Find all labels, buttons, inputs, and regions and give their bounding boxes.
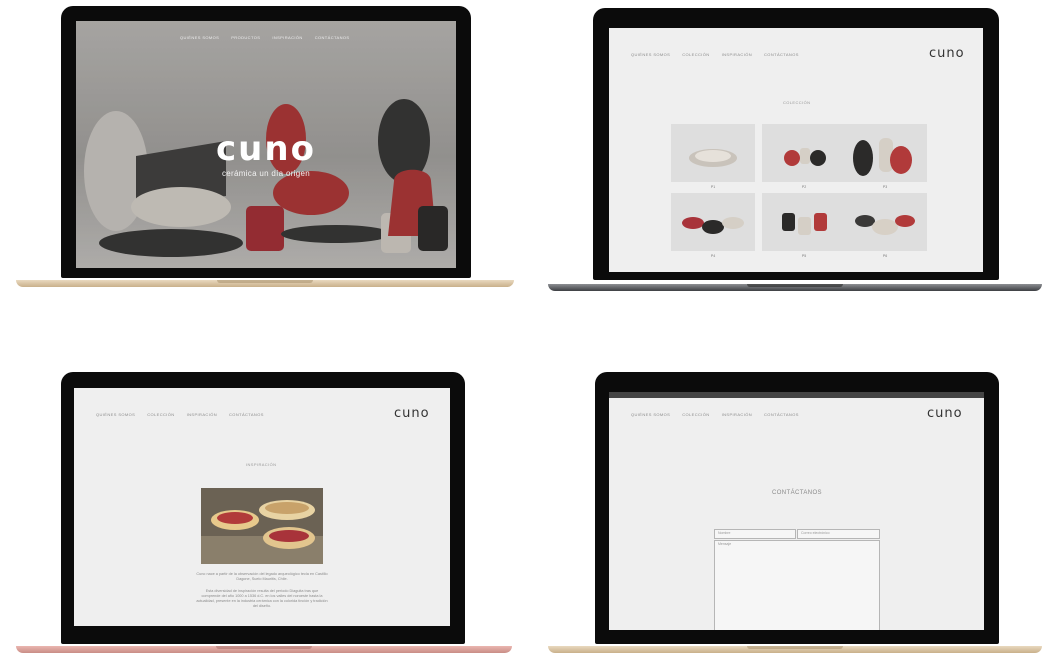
browser-bar (609, 392, 984, 398)
inspiration-paragraph: Esta diversidad de inspiración resulta d… (196, 589, 328, 608)
screen-inspiration: QUIÉNES SOMOS COLECCIÓN INSPIRACIÓN CONT… (74, 388, 450, 626)
nav-item-productos[interactable]: PRODUCTOS (231, 35, 260, 40)
logo[interactable]: cuno (929, 46, 965, 61)
section-title: INSPIRACIÓN (246, 462, 277, 467)
email-placeholder: Correo electrónico (801, 531, 830, 535)
logo[interactable]: cuno (927, 406, 963, 421)
laptop-contact: QUIÉNES SOMOS COLECCIÓN INSPIRACIÓN CONT… (548, 372, 1042, 657)
nav-menu: QUIÉNES SOMOS PRODUCTOS INSPIRACIÓN CONT… (180, 35, 350, 40)
hero-logo[interactable]: cuno (76, 129, 456, 169)
message-field[interactable]: Mensaje (714, 540, 880, 630)
nav-menu: QUIÉNES SOMOS COLECCIÓN INSPIRACIÓN CONT… (631, 52, 799, 57)
nav-menu: QUIÉNES SOMOS COLECCIÓN INSPIRACIÓN CONT… (631, 412, 799, 417)
nav-item-contactanos[interactable]: CONTÁCTANOS (229, 412, 264, 417)
screen-contact: QUIÉNES SOMOS COLECCIÓN INSPIRACIÓN CONT… (609, 392, 984, 630)
nav-item-quienes-somos[interactable]: QUIÉNES SOMOS (96, 412, 135, 417)
product-thumb[interactable] (671, 193, 755, 251)
nav-item-quienes-somos[interactable]: QUIÉNES SOMOS (631, 52, 670, 57)
product-thumb[interactable] (671, 124, 755, 182)
nav-item-contactanos[interactable]: CONTÁCTANOS (315, 35, 350, 40)
laptop-home: QUIÉNES SOMOS PRODUCTOS INSPIRACIÓN CONT… (16, 6, 514, 294)
laptop-base (16, 646, 512, 653)
nav-item-inspiracion[interactable]: INSPIRACIÓN (272, 35, 302, 40)
nav-item-coleccion[interactable]: COLECCIÓN (147, 412, 174, 417)
laptop-inspiration: QUIÉNES SOMOS COLECCIÓN INSPIRACIÓN CONT… (16, 372, 512, 657)
nav-item-contactanos[interactable]: CONTÁCTANOS (764, 52, 799, 57)
product-code: P2 (801, 185, 807, 189)
nav-item-inspiracion[interactable]: INSPIRACIÓN (722, 412, 752, 417)
nav-item-contactanos[interactable]: CONTÁCTANOS (764, 412, 799, 417)
inspiration-photo (201, 488, 323, 564)
product-thumb[interactable] (843, 193, 927, 251)
laptop-base (16, 280, 514, 287)
logo[interactable]: cuno (394, 406, 430, 421)
email-field[interactable]: Correo electrónico (797, 529, 880, 539)
laptop-base (548, 284, 1042, 291)
hero-tagline: cerámica un día origen (222, 169, 310, 178)
screen-home: QUIÉNES SOMOS PRODUCTOS INSPIRACIÓN CONT… (76, 21, 456, 268)
name-field[interactable]: Nombre (714, 529, 796, 539)
laptop-collection: QUIÉNES SOMOS COLECCIÓN INSPIRACIÓN CONT… (548, 8, 1042, 296)
product-code: P1 (710, 185, 716, 189)
product-code: P4 (710, 254, 716, 258)
laptop-base (548, 646, 1042, 653)
nav-item-inspiracion[interactable]: INSPIRACIÓN (722, 52, 752, 57)
product-code: P6 (882, 254, 888, 258)
screen-collection: QUIÉNES SOMOS COLECCIÓN INSPIRACIÓN CONT… (609, 28, 983, 272)
name-placeholder: Nombre (718, 531, 731, 535)
product-thumb[interactable] (843, 124, 927, 182)
inspiration-paragraph: Cuno nace a partir de la observación del… (196, 572, 328, 581)
nav-item-coleccion[interactable]: COLECCIÓN (682, 412, 709, 417)
message-placeholder: Mensaje (718, 542, 732, 546)
product-code: P3 (882, 185, 888, 189)
product-code: P5 (801, 254, 807, 258)
section-title: CONTÁCTANOS (772, 490, 822, 496)
section-title: COLECCIÓN (783, 100, 811, 105)
product-thumb[interactable] (762, 193, 846, 251)
nav-item-quienes-somos[interactable]: QUIÉNES SOMOS (180, 35, 219, 40)
product-thumb[interactable] (762, 124, 846, 182)
nav-menu: QUIÉNES SOMOS COLECCIÓN INSPIRACIÓN CONT… (96, 412, 264, 417)
nav-item-coleccion[interactable]: COLECCIÓN (682, 52, 709, 57)
nav-item-inspiracion[interactable]: INSPIRACIÓN (187, 412, 217, 417)
nav-item-quienes-somos[interactable]: QUIÉNES SOMOS (631, 412, 670, 417)
